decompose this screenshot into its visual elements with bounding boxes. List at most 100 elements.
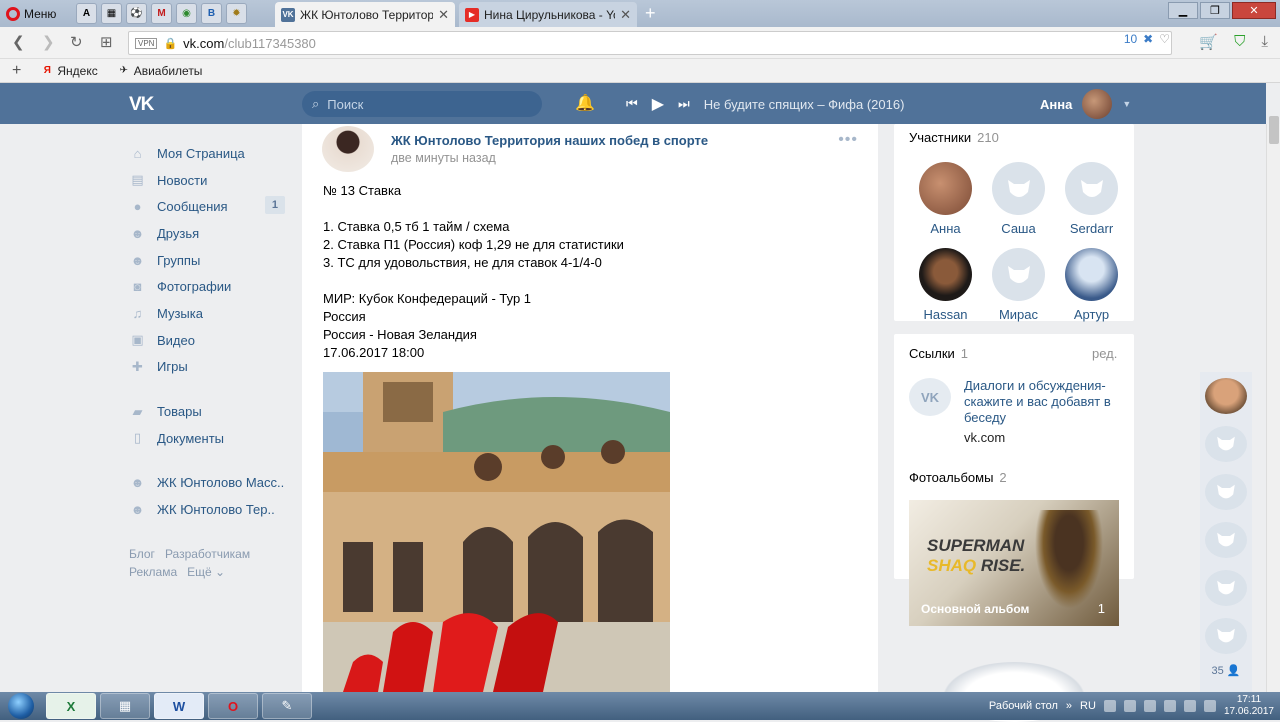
default-avatar-icon[interactable] xyxy=(1205,618,1247,654)
previous-track-icon[interactable]: ⏮ xyxy=(626,96,638,112)
adblock-icon[interactable]: ✖ xyxy=(1143,32,1153,46)
sidebar-item-documents[interactable]: ▯ Документы xyxy=(129,425,289,452)
pinned-tab[interactable]: M xyxy=(151,3,172,24)
member-item[interactable]: Мирас xyxy=(982,248,1055,322)
volume-icon[interactable] xyxy=(1203,700,1216,712)
paint-icon[interactable]: ✎ xyxy=(262,693,312,719)
member-item[interactable]: Артур xyxy=(1055,248,1128,322)
album-cover[interactable]: SUPERMAN SHAQ RISE. Основной альбом 1 xyxy=(909,500,1119,626)
adblock-count[interactable]: 10 xyxy=(1124,32,1137,46)
pinned-tab[interactable]: B xyxy=(201,3,222,24)
member-item[interactable]: Hassan xyxy=(909,248,982,322)
pinned-tab[interactable]: ✹ xyxy=(226,3,247,24)
page-scrollbar[interactable] xyxy=(1266,116,1280,692)
post-author[interactable]: ЖК Юнтолово Территория наших побед в спо… xyxy=(391,133,708,148)
default-avatar-icon[interactable] xyxy=(1205,426,1247,462)
members-header[interactable]: Участники 210 xyxy=(909,130,999,145)
sidebar-item-groups[interactable]: ☻ Группы xyxy=(129,247,289,274)
link-title[interactable]: Диалоги и обсуждения-скажите и вас добав… xyxy=(964,378,1129,426)
url-input[interactable]: VPN 🔒 vk.com /club117345380 xyxy=(128,31,1172,55)
pinned-tab[interactable]: ⚽ xyxy=(126,3,147,24)
tab-close-icon[interactable]: ✕ xyxy=(620,7,631,23)
sidebar-item-photos[interactable]: ◙ Фотографии xyxy=(129,273,289,300)
edit-links-link[interactable]: ред. xyxy=(1092,346,1152,361)
avatar[interactable] xyxy=(1205,378,1247,414)
tray-icon[interactable] xyxy=(1123,700,1136,712)
member-item[interactable]: Serdarr xyxy=(1055,162,1128,236)
forward-icon[interactable]: ❯ xyxy=(42,33,55,51)
tray-icon[interactable] xyxy=(1143,700,1156,712)
tab-youtube[interactable]: ▶ Нина Цирульникова - You ✕ xyxy=(459,2,637,27)
sidebar-item-group-2[interactable]: ☻ ЖК Юнтолово Тер.. xyxy=(129,496,289,523)
sidebar-item-messages[interactable]: ● Сообщения 1 xyxy=(129,193,289,220)
chevron-icon[interactable]: » xyxy=(1066,700,1072,712)
tray-icon[interactable] xyxy=(1163,700,1176,712)
bookmark-yandex[interactable]: Я Яндекс xyxy=(41,64,98,78)
pinned-tab[interactable]: ◉ xyxy=(176,3,197,24)
sidebar-item-games[interactable]: ✚ Игры xyxy=(129,354,289,381)
language-indicator[interactable]: RU xyxy=(1080,700,1096,712)
member-item[interactable]: Саша xyxy=(982,162,1055,236)
online-count[interactable]: 35 👤 xyxy=(1211,664,1240,677)
cart-icon[interactable]: 🛒 xyxy=(1199,33,1218,51)
network-icon[interactable] xyxy=(1183,700,1196,712)
default-avatar-icon[interactable] xyxy=(1205,522,1247,558)
new-tab-button[interactable]: + xyxy=(645,4,656,22)
albums-header[interactable]: Фотоальбомы 2 xyxy=(909,470,1007,485)
sidebar-item-group-1[interactable]: ☻ ЖК Юнтолово Масс.. xyxy=(129,470,289,497)
link-item[interactable]: VK Диалоги и обсуждения-скажите и вас до… xyxy=(909,378,1129,445)
footer-link-developers[interactable]: Разработчикам xyxy=(165,547,250,561)
maximize-icon[interactable]: ❐ xyxy=(1200,2,1230,19)
download-icon[interactable]: ⤓ xyxy=(1261,33,1268,51)
footer-link-more[interactable]: Ещё ⌄ xyxy=(187,565,225,579)
sidebar-item-friends[interactable]: ☻ Друзья xyxy=(129,220,289,247)
desktop-toolbar[interactable]: Рабочий стол xyxy=(989,700,1058,712)
heart-icon[interactable]: ♡ xyxy=(1159,32,1170,46)
play-icon[interactable]: ▶ xyxy=(652,94,664,114)
sidebar-item-music[interactable]: ♫ Музыка xyxy=(129,300,289,327)
add-bookmark-icon[interactable]: + xyxy=(12,62,21,80)
default-avatar-icon[interactable] xyxy=(1205,474,1247,510)
back-icon[interactable]: ❮ xyxy=(12,33,25,51)
next-track-icon[interactable]: ⏭ xyxy=(678,96,690,112)
default-avatar-icon[interactable] xyxy=(1205,570,1247,606)
sidebar-item-my-page[interactable]: ⌂ Моя Страница xyxy=(129,140,289,167)
close-window-icon[interactable]: ✕ xyxy=(1232,2,1276,19)
member-item[interactable]: Анна xyxy=(909,162,982,236)
shield-icon[interactable]: ⛉ xyxy=(1234,33,1245,51)
post-photo[interactable] xyxy=(323,372,670,692)
clock[interactable]: 17:11 17.06.2017 xyxy=(1224,694,1274,718)
footer-link-blog[interactable]: Блог xyxy=(129,547,155,561)
excel-icon[interactable]: X xyxy=(46,693,96,719)
user-menu[interactable]: Анна ▼ xyxy=(1040,89,1131,119)
tab-vk-group[interactable]: VK ЖК Юнтолово Территор ✕ xyxy=(275,2,455,27)
tray-icon[interactable] xyxy=(1103,700,1116,712)
sidebar-item-video[interactable]: ▣ Видео xyxy=(129,327,289,354)
sidebar-item-goods[interactable]: ▰ Товары xyxy=(129,398,289,425)
tab-close-icon[interactable]: ✕ xyxy=(438,7,449,23)
search-input[interactable] xyxy=(327,96,518,112)
word-icon[interactable]: W xyxy=(154,693,204,719)
opera-menu-button[interactable]: Меню xyxy=(6,4,56,23)
bookmark-avia[interactable]: ✈ Авиабилеты xyxy=(118,64,203,78)
start-button[interactable] xyxy=(0,692,42,720)
calculator-icon[interactable]: ▦ xyxy=(100,693,150,719)
scrollbar-thumb[interactable] xyxy=(1269,116,1279,144)
group-avatar[interactable] xyxy=(322,126,374,172)
opera-taskbar-icon[interactable]: O xyxy=(208,693,258,719)
post-time[interactable]: две минуты назад xyxy=(391,151,496,165)
vpn-badge[interactable]: VPN xyxy=(135,37,158,49)
sidebar-item-news[interactable]: ▤ Новости xyxy=(129,167,289,194)
reload-icon[interactable]: ↻ xyxy=(70,33,83,51)
current-track[interactable]: Не будите спящих – Фифа (2016) xyxy=(704,97,905,112)
vk-logo[interactable]: VK xyxy=(129,94,154,116)
notifications-bell-icon[interactable]: 🔔 xyxy=(575,93,595,113)
minimize-icon[interactable]: ▁ xyxy=(1168,2,1198,19)
footer-link-ads[interactable]: Реклама xyxy=(129,565,177,579)
more-options-icon[interactable]: ••• xyxy=(838,131,858,149)
pinned-tab[interactable]: ▦ xyxy=(101,3,122,24)
bag-icon: ▰ xyxy=(132,403,143,419)
pinned-tab[interactable]: A xyxy=(76,3,97,24)
tabs-grid-icon[interactable]: ⊞ xyxy=(100,33,113,51)
links-header[interactable]: Ссылки 1 ред. xyxy=(909,346,1119,361)
